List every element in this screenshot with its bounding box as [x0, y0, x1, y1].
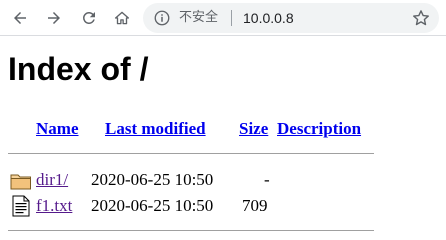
bookmark-star-icon[interactable]	[411, 8, 431, 28]
page-title: Index of /	[8, 51, 149, 87]
home-button[interactable]	[108, 4, 136, 32]
back-icon	[14, 12, 26, 24]
column-header-description[interactable]: Description	[277, 119, 361, 139]
footer-divider	[8, 230, 374, 231]
url-text[interactable]: 10.0.0.8	[243, 9, 294, 27]
file-link-dir1[interactable]: dir1/	[36, 170, 68, 190]
column-header-last-modified[interactable]: Last modified	[105, 119, 206, 139]
folder-icon	[10, 174, 31, 190]
back-button[interactable]	[6, 4, 34, 32]
address-separator	[231, 10, 232, 26]
info-icon[interactable]	[153, 9, 171, 27]
browser-toolbar: 不安全 10.0.0.8	[0, 0, 446, 36]
file-link-f1-txt[interactable]: f1.txt	[36, 196, 72, 216]
home-icon	[114, 11, 130, 25]
text-file-icon	[12, 195, 30, 217]
row-modified: 2020-06-25 10:50	[91, 196, 214, 215]
row-size: 709	[242, 196, 268, 215]
forward-button[interactable]	[40, 4, 68, 32]
column-header-size[interactable]: Size	[239, 119, 268, 139]
row-size: -	[264, 170, 270, 189]
reload-button[interactable]	[75, 4, 103, 32]
security-label[interactable]: 不安全	[179, 9, 218, 27]
address-bar[interactable]: 不安全 10.0.0.8	[143, 3, 439, 33]
forward-icon	[48, 12, 60, 24]
reload-icon	[82, 11, 95, 24]
header-divider	[8, 153, 374, 154]
column-header-name[interactable]: Name	[36, 119, 78, 139]
row-modified: 2020-06-25 10:50	[91, 170, 214, 189]
